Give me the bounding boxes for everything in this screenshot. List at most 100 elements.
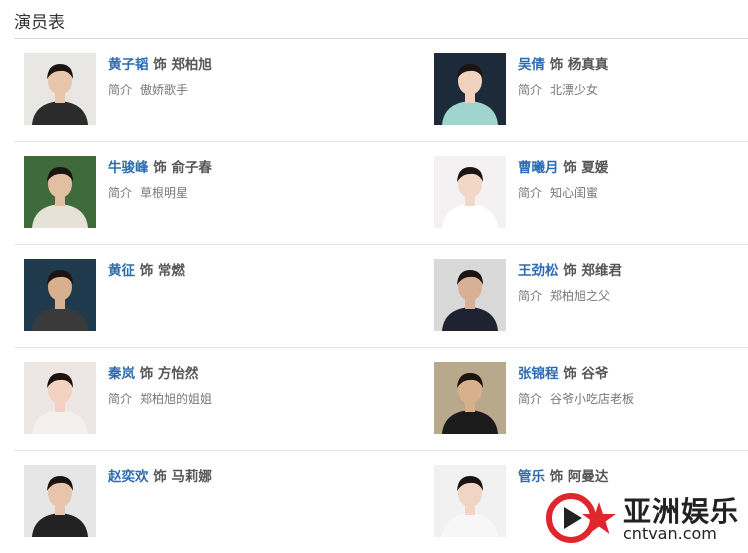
cast-info: 曹曦月 饰 夏媛 简介 知心闺蜜 xyxy=(518,158,748,202)
cast-item: 曹曦月 饰 夏媛 简介 知心闺蜜 xyxy=(434,156,748,230)
cast-row: 黄征 饰 常燃 王劲松 饰 郑维君 简介 郑柏旭之父 xyxy=(14,245,748,348)
role-name: 常燃 xyxy=(157,263,185,279)
role-name: 阿曼达 xyxy=(567,469,609,485)
role-separator: 饰 xyxy=(153,57,167,73)
role-name: 方怡然 xyxy=(157,366,199,382)
cast-info: 牛骏峰 饰 俞子春 简介 草根明星 xyxy=(108,158,358,202)
intro-label: 简介 xyxy=(108,186,133,200)
role-separator: 饰 xyxy=(139,366,154,382)
intro-text: 郑柏旭的姐姐 xyxy=(140,392,213,406)
role-separator: 饰 xyxy=(153,469,167,485)
play-star-logo-icon xyxy=(546,493,616,543)
actor-name-link[interactable]: 曹曦月 xyxy=(518,160,559,176)
cast-name-line: 曹曦月 饰 夏媛 xyxy=(518,158,748,178)
section-title: 演员表 xyxy=(14,13,65,33)
role-name: 郑柏旭 xyxy=(171,57,212,73)
cast-item: 秦岚 饰 方怡然 简介 郑柏旭的姐姐 xyxy=(24,362,364,436)
actor-photo[interactable] xyxy=(434,156,506,228)
cast-info: 黄征 饰 常燃 xyxy=(108,261,358,281)
actor-name-link[interactable]: 赵奕欢 xyxy=(108,469,149,485)
actor-photo[interactable] xyxy=(434,362,506,434)
actor-photo[interactable] xyxy=(24,465,96,537)
intro-text: 知心闺蜜 xyxy=(550,186,599,200)
cast-name-line: 王劲松 饰 郑维君 xyxy=(518,261,748,281)
cast-info: 秦岚 饰 方怡然 简介 郑柏旭的姐姐 xyxy=(108,364,358,408)
cast-name-line: 秦岚 饰 方怡然 xyxy=(108,364,358,384)
intro-text: 谷爷小吃店老板 xyxy=(550,392,635,406)
cast-row: 黄子韬 饰 郑柏旭 简介 傲娇歌手 吴倩 饰 杨真真 简介 北漂少女 xyxy=(14,39,748,142)
actor-photo[interactable] xyxy=(24,362,96,434)
cast-intro: 简介 郑柏旭的姐姐 xyxy=(108,390,358,408)
actor-name-link[interactable]: 黄子韬 xyxy=(108,57,149,73)
actor-photo[interactable] xyxy=(24,53,96,125)
cast-item: 张锦程 饰 谷爷 简介 谷爷小吃店老板 xyxy=(434,362,748,436)
watermark: 亚洲娱乐 cntvan.com xyxy=(545,488,745,548)
actor-photo[interactable] xyxy=(434,53,506,125)
cast-row: 秦岚 饰 方怡然 简介 郑柏旭的姐姐 张锦程 饰 谷爷 简介 谷爷小吃店老板 xyxy=(14,348,748,451)
actor-name-link[interactable]: 秦岚 xyxy=(108,366,135,382)
cast-name-line: 管乐 饰 阿曼达 xyxy=(518,467,748,487)
cast-list: 黄子韬 饰 郑柏旭 简介 傲娇歌手 吴倩 饰 杨真真 简介 北漂少女 牛骏峰 饰 俞子春 简介… xyxy=(14,39,748,553)
role-separator: 饰 xyxy=(153,160,167,176)
cast-info: 赵奕欢 饰 马莉娜 xyxy=(108,467,358,487)
role-separator: 饰 xyxy=(563,366,577,382)
cast-name-line: 黄子韬 饰 郑柏旭 xyxy=(108,55,358,75)
cast-info: 吴倩 饰 杨真真 简介 北漂少女 xyxy=(518,55,748,99)
actor-name-link[interactable]: 王劲松 xyxy=(518,263,559,279)
role-name: 谷爷 xyxy=(581,366,609,382)
actor-name-link[interactable]: 牛骏峰 xyxy=(108,160,149,176)
cast-name-line: 黄征 饰 常燃 xyxy=(108,261,358,281)
intro-text: 傲娇歌手 xyxy=(140,83,189,97)
cast-row: 牛骏峰 饰 俞子春 简介 草根明星 曹曦月 饰 夏媛 简介 知心闺蜜 xyxy=(14,142,748,245)
intro-text: 草根明星 xyxy=(140,186,189,200)
actor-photo[interactable] xyxy=(24,156,96,228)
intro-label: 简介 xyxy=(108,392,133,406)
cast-item: 赵奕欢 饰 马莉娜 xyxy=(24,465,364,539)
role-separator: 饰 xyxy=(563,160,577,176)
role-separator: 饰 xyxy=(563,263,577,279)
cast-item: 王劲松 饰 郑维君 简介 郑柏旭之父 xyxy=(434,259,748,333)
cast-info: 王劲松 饰 郑维君 简介 郑柏旭之父 xyxy=(518,261,748,305)
intro-label: 简介 xyxy=(518,289,543,303)
role-separator: 饰 xyxy=(139,263,154,279)
role-name: 马莉娜 xyxy=(171,469,212,485)
cast-intro: 简介 北漂少女 xyxy=(518,81,748,99)
cast-item: 吴倩 饰 杨真真 简介 北漂少女 xyxy=(434,53,748,127)
cast-intro: 简介 草根明星 xyxy=(108,184,358,202)
cast-name-line: 吴倩 饰 杨真真 xyxy=(518,55,748,75)
actor-name-link[interactable]: 吴倩 xyxy=(518,57,545,73)
cast-intro: 简介 知心闺蜜 xyxy=(518,184,748,202)
cast-name-line: 牛骏峰 饰 俞子春 xyxy=(108,158,358,178)
cast-intro: 简介 郑柏旭之父 xyxy=(518,287,748,305)
cast-name-line: 赵奕欢 饰 马莉娜 xyxy=(108,467,358,487)
intro-text: 郑柏旭之父 xyxy=(550,289,611,303)
cast-info: 管乐 饰 阿曼达 xyxy=(518,467,748,487)
cast-item: 黄子韬 饰 郑柏旭 简介 傲娇歌手 xyxy=(24,53,364,127)
role-name: 俞子春 xyxy=(171,160,212,176)
actor-name-link[interactable]: 黄征 xyxy=(108,263,135,279)
cast-item: 牛骏峰 饰 俞子春 简介 草根明星 xyxy=(24,156,364,230)
role-separator: 饰 xyxy=(549,57,564,73)
watermark-url: cntvan.com xyxy=(623,524,717,543)
actor-photo[interactable] xyxy=(434,259,506,331)
role-separator: 饰 xyxy=(549,469,564,485)
cast-intro: 简介 傲娇歌手 xyxy=(108,81,358,99)
actor-photo[interactable] xyxy=(24,259,96,331)
cast-info: 黄子韬 饰 郑柏旭 简介 傲娇歌手 xyxy=(108,55,358,99)
intro-label: 简介 xyxy=(518,186,543,200)
cast-header: 演员表 xyxy=(14,0,748,39)
actor-photo[interactable] xyxy=(434,465,506,537)
role-name: 夏媛 xyxy=(581,160,609,176)
intro-text: 北漂少女 xyxy=(550,83,599,97)
cast-item: 黄征 饰 常燃 xyxy=(24,259,364,333)
actor-name-link[interactable]: 张锦程 xyxy=(518,366,559,382)
intro-label: 简介 xyxy=(108,83,133,97)
intro-label: 简介 xyxy=(518,83,543,97)
actor-name-link[interactable]: 管乐 xyxy=(518,469,545,485)
cast-name-line: 张锦程 饰 谷爷 xyxy=(518,364,748,384)
role-name: 郑维君 xyxy=(581,263,622,279)
intro-label: 简介 xyxy=(518,392,543,406)
cast-intro: 简介 谷爷小吃店老板 xyxy=(518,390,748,408)
cast-info: 张锦程 饰 谷爷 简介 谷爷小吃店老板 xyxy=(518,364,748,408)
role-name: 杨真真 xyxy=(567,57,609,73)
